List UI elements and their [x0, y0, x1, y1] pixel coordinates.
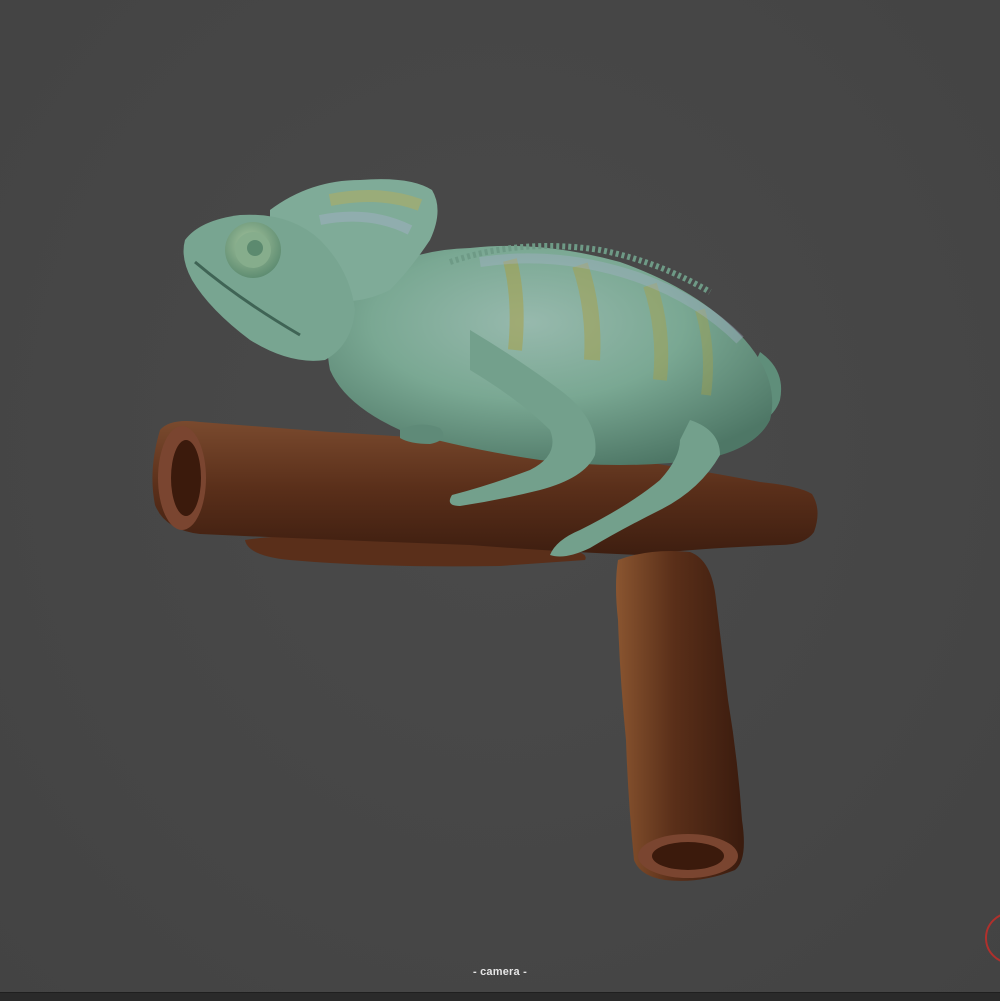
- 3d-viewport[interactable]: - camera -: [0, 0, 1000, 992]
- camera-label: - camera -: [473, 966, 527, 978]
- branch-vertical: [616, 551, 744, 881]
- sculpt-model[interactable]: [0, 0, 1000, 992]
